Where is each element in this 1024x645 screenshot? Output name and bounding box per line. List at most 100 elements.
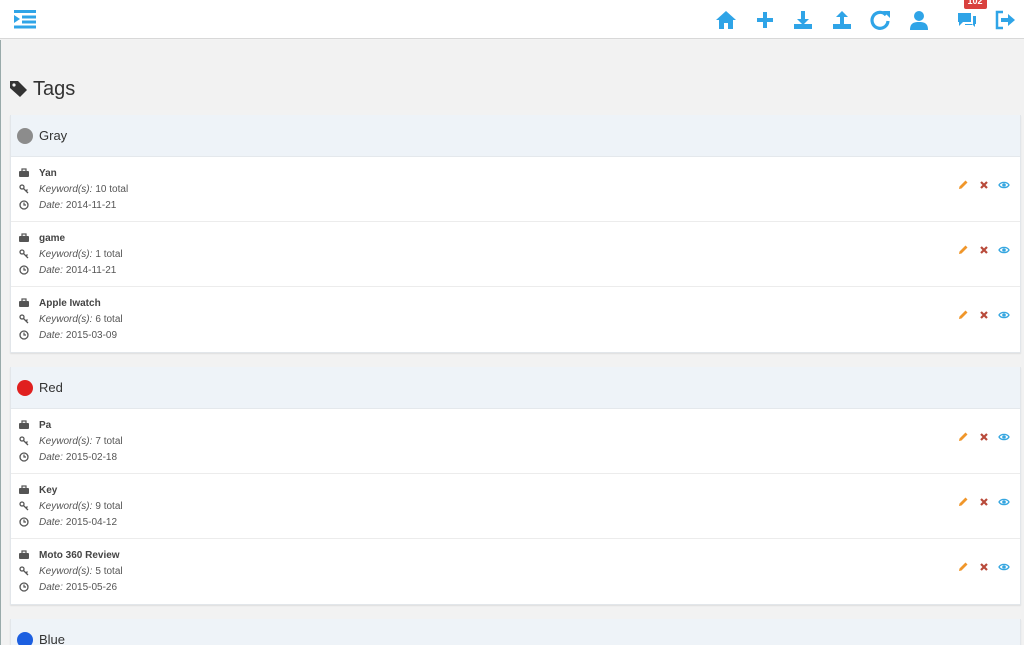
top-bar: 102 <box>0 0 1024 39</box>
user-profile-button[interactable] <box>908 9 930 31</box>
tag-group-name: Gray <box>39 128 68 143</box>
item-title: Moto 360 Review <box>39 549 120 561</box>
delete-button[interactable] <box>978 179 990 191</box>
view-button[interactable] <box>998 179 1010 191</box>
tag-group-header[interactable]: Red <box>11 367 1020 409</box>
tag-icon <box>10 81 27 97</box>
view-button[interactable] <box>998 244 1010 256</box>
item-title: Key <box>39 484 58 496</box>
messages-button[interactable]: 102 <box>956 0 987 31</box>
home-button[interactable] <box>715 9 737 31</box>
add-button[interactable] <box>754 9 776 31</box>
list-item: Yan Keyword(s): 10 total Date: 2014-11-2… <box>11 157 1020 222</box>
tag-group-blue: Blue <box>10 619 1021 645</box>
eye-icon <box>998 563 1010 571</box>
delete-button[interactable] <box>978 309 990 321</box>
briefcase-icon <box>19 485 29 494</box>
view-button[interactable] <box>998 309 1010 321</box>
edit-button[interactable] <box>957 496 969 508</box>
keywords-count: 1 total <box>95 248 123 260</box>
edit-button[interactable] <box>957 431 969 443</box>
keywords-label: Keyword(s): <box>39 565 93 577</box>
tag-group-name: Red <box>39 380 63 395</box>
keywords-label: Keyword(s): <box>39 500 93 512</box>
key-icon <box>19 184 29 194</box>
delete-button[interactable] <box>978 431 990 443</box>
key-icon <box>19 436 29 446</box>
notification-badge: 102 <box>963 0 987 9</box>
clock-icon <box>19 265 29 275</box>
edit-button[interactable] <box>957 244 969 256</box>
tag-color-dot <box>17 631 33 645</box>
keywords-count: 10 total <box>95 183 129 195</box>
logout-button[interactable] <box>994 9 1016 31</box>
close-icon <box>979 181 988 189</box>
close-icon <box>979 433 988 441</box>
briefcase-icon <box>19 550 29 559</box>
item-date: 2014-11-21 <box>65 264 117 276</box>
eye-icon <box>998 433 1010 441</box>
keywords-count: 6 total <box>95 313 123 325</box>
keywords-label: Keyword(s): <box>39 183 93 195</box>
refresh-icon <box>870 10 890 30</box>
download-button[interactable] <box>792 9 814 31</box>
pencil-icon <box>959 245 968 254</box>
delete-button[interactable] <box>978 496 990 508</box>
key-icon <box>19 501 29 511</box>
keywords-count: 5 total <box>95 565 123 577</box>
tag-group-header[interactable]: Blue <box>11 619 1020 645</box>
pencil-icon <box>959 497 968 506</box>
key-icon <box>19 566 29 576</box>
view-button[interactable] <box>998 431 1010 443</box>
clock-icon <box>19 452 29 462</box>
view-button[interactable] <box>998 496 1010 508</box>
date-label: Date: <box>39 516 63 528</box>
pencil-icon <box>959 180 968 189</box>
list-item: Key Keyword(s): 9 total Date: 2015-04-12 <box>11 474 1020 539</box>
list-item: game Keyword(s): 1 total Date: 2014-11-2… <box>11 222 1020 287</box>
page-title: Tags <box>9 76 75 102</box>
edit-button[interactable] <box>957 309 969 321</box>
pencil-icon <box>959 310 968 319</box>
item-date: 2015-03-09 <box>65 329 118 341</box>
tag-group-header[interactable]: Gray <box>11 115 1020 157</box>
edit-button[interactable] <box>957 179 969 191</box>
list-item: Apple Iwatch Keyword(s): 6 total Date: 2… <box>11 287 1020 352</box>
tag-group-red: Red Pa Keyword(s): 7 total Date: 2015-02… <box>10 367 1021 605</box>
clock-icon <box>19 330 29 340</box>
keywords-label: Keyword(s): <box>39 313 93 325</box>
chat-icon <box>957 12 976 27</box>
item-title: game <box>39 232 66 244</box>
upload-icon <box>832 10 851 29</box>
item-title: Yan <box>39 167 57 179</box>
tag-color-dot <box>17 379 33 396</box>
menu-toggle-icon[interactable] <box>14 9 36 29</box>
tag-group-gray: Gray Yan Keyword(s): 10 total Date: 2014… <box>10 115 1021 353</box>
clock-icon <box>19 582 29 592</box>
list-item: Moto 360 Review Keyword(s): 5 total Date… <box>11 539 1020 604</box>
item-title: Pa <box>39 419 52 431</box>
plus-icon <box>756 11 773 28</box>
refresh-button[interactable] <box>869 9 891 31</box>
view-button[interactable] <box>998 561 1010 573</box>
edit-button[interactable] <box>957 561 969 573</box>
briefcase-icon <box>19 420 29 429</box>
item-date: 2015-02-18 <box>65 451 118 463</box>
keywords-label: Keyword(s): <box>39 435 93 447</box>
date-label: Date: <box>39 329 63 341</box>
delete-button[interactable] <box>978 561 990 573</box>
pencil-icon <box>959 562 968 571</box>
logout-icon <box>995 10 1015 29</box>
item-date: 2015-04-12 <box>65 516 118 528</box>
briefcase-icon <box>19 233 29 242</box>
upload-button[interactable] <box>831 9 853 31</box>
pencil-icon <box>959 432 968 441</box>
eye-icon <box>998 246 1010 254</box>
briefcase-icon <box>19 168 29 177</box>
delete-button[interactable] <box>978 244 990 256</box>
briefcase-icon <box>19 298 29 307</box>
main-content: Tags Gray Yan Keyword(s): 10 total Date:… <box>0 40 1024 645</box>
close-icon <box>979 246 988 254</box>
key-icon <box>19 249 29 259</box>
user-icon <box>909 10 928 30</box>
